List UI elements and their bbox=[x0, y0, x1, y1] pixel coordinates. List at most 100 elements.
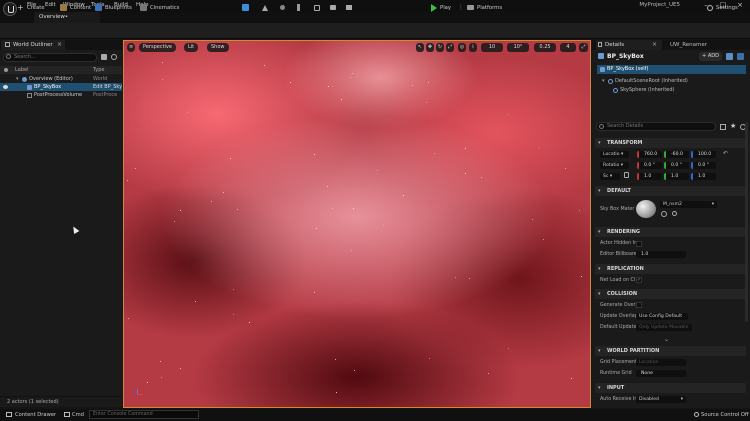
reset-location-icon[interactable]: ↶ bbox=[723, 150, 728, 157]
content-drawer-button[interactable]: Content Drawer bbox=[6, 411, 56, 419]
paint-mode-icon[interactable] bbox=[297, 3, 303, 13]
section-rendering[interactable]: RENDERING bbox=[595, 227, 746, 237]
section-replication[interactable]: REPLICATION bbox=[595, 264, 746, 274]
tab-world-outliner[interactable]: World Outliner bbox=[1, 40, 65, 50]
close-details-tab-icon[interactable]: × bbox=[652, 41, 657, 48]
location-y-field[interactable]: -60.0 bbox=[664, 151, 689, 158]
scale-mode-dropdown[interactable]: Sc ▾ bbox=[600, 173, 620, 180]
settings-button[interactable]: Settings bbox=[707, 3, 738, 13]
close-tab-icon[interactable]: × bbox=[57, 41, 62, 48]
grid-placement-dropdown[interactable]: Location bbox=[636, 359, 686, 366]
expand-icon[interactable]: ▾ bbox=[602, 78, 605, 84]
outliner-row-world[interactable]: ▾ Overview (Editor) World bbox=[0, 75, 122, 83]
outliner-row-type[interactable]: Edit BP_Sky bbox=[93, 83, 122, 91]
material-thumbnail[interactable] bbox=[636, 200, 656, 218]
viewport-menu-icon[interactable]: ≡ bbox=[127, 43, 136, 52]
outliner-row-postprocess[interactable]: PostProcessVolume PostProce bbox=[0, 91, 122, 99]
grid-snap-button[interactable]: 10 bbox=[481, 43, 503, 52]
collapse-icon[interactable]: ▾ bbox=[598, 227, 601, 237]
play-options-icon[interactable]: ⋮ bbox=[458, 3, 465, 13]
outliner-row-skybox[interactable]: BP_SkyBox Edit BP_Sky bbox=[0, 83, 122, 91]
blueprint-icon[interactable] bbox=[726, 53, 733, 60]
rotation-z-field[interactable]: 0.0 ° bbox=[691, 162, 716, 169]
favorites-star-icon[interactable]: ★ bbox=[730, 122, 736, 130]
platforms-button[interactable]: Platforms bbox=[467, 3, 502, 13]
col-label-header[interactable]: Label bbox=[15, 66, 29, 74]
col-type-header[interactable]: Type bbox=[93, 66, 104, 74]
collapse-icon[interactable]: ▾ bbox=[598, 383, 601, 393]
menu-edit[interactable]: Edit bbox=[45, 2, 56, 8]
section-default[interactable]: DEFAULT bbox=[595, 186, 746, 196]
move-tool-icon[interactable]: ✥ bbox=[426, 43, 434, 52]
rotation-x-field[interactable]: 0.0 ° bbox=[637, 162, 662, 169]
select-mode-icon[interactable] bbox=[242, 3, 252, 13]
section-world-partition[interactable]: WORLD PARTITION bbox=[595, 346, 746, 356]
component-default-scene-root[interactable]: DefaultSceneRoot (Inherited) bbox=[615, 78, 688, 84]
editor-billboard-field[interactable]: 1.0 bbox=[636, 251, 686, 258]
collapse-icon[interactable]: ▾ bbox=[598, 346, 601, 356]
rotation-snap-button[interactable]: 10° bbox=[507, 43, 529, 52]
component-sky-sphere[interactable]: SkySphere (Inherited) bbox=[620, 87, 675, 93]
lock-scale-icon[interactable] bbox=[624, 172, 629, 178]
actor-hidden-checkbox[interactable] bbox=[636, 241, 642, 247]
use-selected-icon[interactable] bbox=[661, 211, 667, 217]
component-row-self[interactable]: BP_SkyBox (self) bbox=[597, 65, 746, 74]
surface-snap-icon[interactable]: ⌇ bbox=[469, 43, 477, 52]
scale-y-field[interactable]: 1.0 bbox=[664, 173, 689, 180]
outliner-search-input[interactable]: Search... bbox=[3, 53, 97, 62]
section-collision[interactable]: COLLISION bbox=[595, 289, 746, 299]
cinematics-button[interactable]: Cinematics bbox=[140, 3, 179, 13]
runtime-grid-field[interactable]: None bbox=[636, 370, 686, 377]
location-z-field[interactable]: 100.0 bbox=[691, 151, 716, 158]
cmd-button[interactable]: Cmd bbox=[64, 411, 84, 419]
world-space-icon[interactable]: ◎ bbox=[458, 43, 466, 52]
blueprints-button[interactable]: Blueprints bbox=[95, 3, 132, 13]
edit-blueprint-icon[interactable] bbox=[737, 53, 744, 60]
landscape-mode-icon[interactable] bbox=[262, 3, 271, 13]
show-button[interactable]: Show bbox=[207, 43, 229, 52]
content-button[interactable]: Content bbox=[60, 3, 91, 13]
material-dropdown[interactable]: M_nsm2 ▾ bbox=[660, 201, 717, 208]
perspective-button[interactable]: Perspective bbox=[139, 43, 176, 52]
play-button[interactable]: Play bbox=[431, 3, 451, 13]
scale-snap-button[interactable]: 0.25 bbox=[534, 43, 556, 52]
rotate-tool-icon[interactable]: ↻ bbox=[436, 43, 444, 52]
location-x-field[interactable]: 760.0 bbox=[637, 151, 662, 158]
maximize-viewport-icon[interactable]: ⤢ bbox=[579, 43, 588, 52]
scale-z-field[interactable]: 1.0 bbox=[691, 173, 716, 180]
net-load-checkbox[interactable]: ✓ bbox=[636, 277, 642, 283]
show-advanced-icon[interactable]: ⌄ bbox=[664, 336, 669, 343]
add-component-button[interactable]: + ADD bbox=[699, 52, 722, 61]
rotation-y-field[interactable]: 0.0 ° bbox=[664, 162, 689, 169]
expand-icon[interactable]: ▾ bbox=[16, 75, 19, 83]
blueprint-menu-icon[interactable] bbox=[330, 3, 339, 13]
scale-tool-icon[interactable]: ⤢ bbox=[446, 43, 454, 52]
details-scrollbar[interactable] bbox=[745, 122, 748, 322]
outliner-settings-icon[interactable] bbox=[111, 54, 117, 60]
rotation-mode-dropdown[interactable]: Rotatio ▾ bbox=[600, 162, 629, 169]
section-input[interactable]: INPUT bbox=[595, 383, 746, 393]
collapse-icon[interactable]: ▾ bbox=[598, 289, 601, 299]
tab-uw-renamer[interactable]: UW_Renamer bbox=[670, 40, 707, 50]
generate-overlap-checkbox[interactable] bbox=[636, 302, 642, 308]
camera-speed-button[interactable]: 4 bbox=[560, 43, 576, 52]
visibility-eye-icon[interactable] bbox=[3, 85, 8, 89]
cinematic-menu-icon[interactable] bbox=[346, 3, 355, 13]
details-search-input[interactable]: Search Details bbox=[596, 122, 716, 131]
update-overlaps-dropdown[interactable]: Use Config Default bbox=[636, 313, 688, 320]
collapse-icon[interactable]: ▾ bbox=[598, 186, 601, 196]
level-viewport[interactable]: ≡ Perspective Lit Show ↖ ✥ ↻ ⤢ ◎ ⌇ 10 10… bbox=[123, 40, 591, 408]
auto-receive-dropdown[interactable]: Disabled ▾ bbox=[636, 396, 686, 403]
default-update-dropdown[interactable]: Only Update Movable bbox=[636, 324, 692, 331]
property-matrix-icon[interactable] bbox=[720, 124, 726, 130]
lit-button[interactable]: Lit bbox=[184, 43, 199, 52]
select-tool-icon[interactable]: ↖ bbox=[416, 43, 424, 52]
location-mode-dropdown[interactable]: Locatio ▾ bbox=[600, 151, 629, 158]
source-control-button[interactable]: Source Control Off bbox=[694, 411, 749, 419]
foliage-mode-icon[interactable] bbox=[280, 3, 288, 13]
add-actor-icon[interactable] bbox=[314, 3, 323, 13]
console-input[interactable]: Enter Console Command bbox=[89, 410, 199, 419]
create-button[interactable]: + Create bbox=[17, 3, 45, 13]
section-transform[interactable]: TRANSFORM bbox=[595, 138, 746, 148]
unreal-logo-icon[interactable] bbox=[3, 2, 17, 16]
